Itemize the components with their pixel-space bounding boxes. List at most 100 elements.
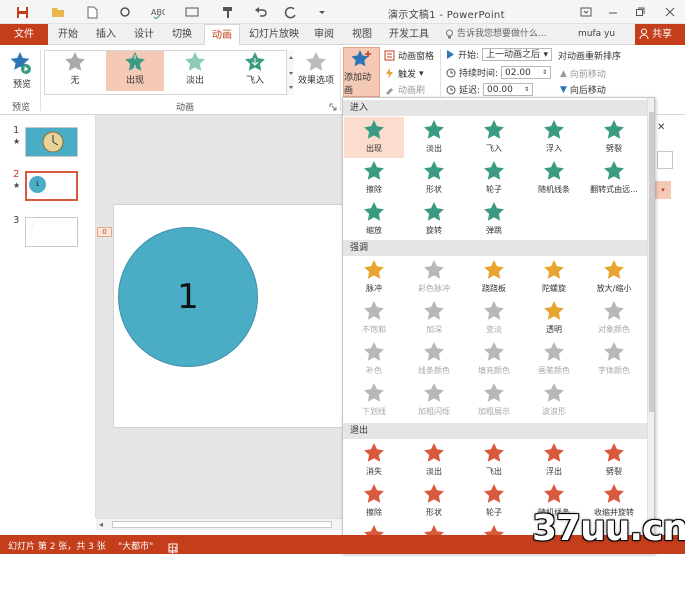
start-select[interactable]: 上一动画之后 ▾ xyxy=(482,48,553,61)
dialog-launcher-icon[interactable] xyxy=(329,103,337,111)
effect-star-icon xyxy=(363,339,385,365)
undo-icon[interactable] xyxy=(253,4,269,20)
effect-star-icon xyxy=(363,380,385,406)
gallery-none[interactable]: 无 xyxy=(46,51,104,91)
person-icon xyxy=(639,28,649,40)
preview-button[interactable]: 预览 xyxy=(7,51,37,90)
effect-emphasis-8[interactable]: 透明 xyxy=(524,298,584,339)
tab-transitions[interactable]: 切换 xyxy=(166,24,198,45)
customize-qat-icon[interactable] xyxy=(314,4,330,20)
effect-emphasis-9: 对象颜色 xyxy=(584,298,644,339)
effect-exit-2[interactable]: 飞出 xyxy=(464,440,524,481)
effect-label: 变淡 xyxy=(486,325,502,334)
tab-review[interactable]: 审阅 xyxy=(308,24,340,45)
effect-emphasis-3[interactable]: 陀螺旋 xyxy=(524,257,584,298)
tab-developer[interactable]: 开发工具 xyxy=(384,24,434,45)
effect-exit-7[interactable]: 轮子 xyxy=(464,481,524,522)
effect-entrance-7[interactable]: 轮子 xyxy=(464,158,524,199)
share-button[interactable]: 共享 xyxy=(635,24,685,45)
circle-shape[interactable]: 1 xyxy=(118,227,258,367)
restore-icon[interactable] xyxy=(630,3,650,21)
effect-exit-4[interactable]: 劈裂 xyxy=(584,440,644,481)
effect-entrance-12[interactable]: 弹跳 xyxy=(464,199,524,240)
tell-me-text: 告诉我您想要做什么... xyxy=(457,29,547,39)
slide-thumbnail-1[interactable] xyxy=(25,127,78,157)
effect-star-icon xyxy=(363,158,385,184)
user-name[interactable]: mufa yu xyxy=(578,24,615,45)
effect-exit-3[interactable]: 浮出 xyxy=(524,440,584,481)
fade-star-icon xyxy=(184,51,206,73)
effect-label: 透明 xyxy=(546,325,562,334)
trigger-button[interactable]: 触发 ▾ xyxy=(384,67,424,80)
effect-entrance-9[interactable]: 翻转式由远... xyxy=(584,158,644,199)
tab-home[interactable]: 开始 xyxy=(52,24,84,45)
save-icon[interactable] xyxy=(14,4,30,20)
animation-pane-button[interactable]: 动画窗格 xyxy=(384,49,434,62)
duration-input[interactable]: 02.00 ⇕ xyxy=(501,66,552,79)
effect-entrance-3[interactable]: 浮入 xyxy=(524,117,584,158)
effect-entrance-4[interactable]: 劈裂 xyxy=(584,117,644,158)
delay-input[interactable]: 00.00 ⇕ xyxy=(483,83,534,96)
open-icon[interactable] xyxy=(50,4,66,20)
tab-insert[interactable]: 插入 xyxy=(90,24,122,45)
lightning-icon xyxy=(384,68,395,79)
effect-entrance-10[interactable]: 缩放 xyxy=(344,199,404,240)
effect-emphasis-14: 字体颜色 xyxy=(584,339,644,380)
add-animation-button[interactable]: 添加动画 ▾ xyxy=(343,47,380,104)
tab-file[interactable]: 文件 xyxy=(0,24,48,45)
effect-emphasis-0[interactable]: 脉冲 xyxy=(344,257,404,298)
effect-emphasis-4[interactable]: 放大/缩小 xyxy=(584,257,644,298)
effect-exit-5[interactable]: 擦除 xyxy=(344,481,404,522)
tab-design[interactable]: 设计 xyxy=(128,24,160,45)
effect-label: 擦除 xyxy=(366,508,382,517)
new-icon[interactable] xyxy=(84,4,100,20)
gallery-fade[interactable]: 淡出 xyxy=(166,51,224,91)
move-later-button[interactable]: ▼ 向后移动 xyxy=(560,83,606,97)
start-from-beginning-icon[interactable] xyxy=(184,4,200,20)
tab-animations[interactable]: 动画 xyxy=(204,24,240,46)
effect-entrance-1[interactable]: 淡出 xyxy=(404,117,464,158)
effect-entrance-5[interactable]: 擦除 xyxy=(344,158,404,199)
slide-thumbnail-3[interactable]: ⋮ xyxy=(25,217,78,247)
tab-view[interactable]: 视图 xyxy=(346,24,378,45)
move-earlier-button[interactable]: ▲ 向前移动 xyxy=(560,67,606,81)
gallery-fly-in[interactable]: 飞入 xyxy=(226,51,284,91)
lightbulb-icon xyxy=(445,29,454,40)
effect-emphasis-12: 填充颜色 xyxy=(464,339,524,380)
dropdown-scrollbar[interactable] xyxy=(647,98,654,553)
tell-me-search[interactable]: 告诉我您想要做什么... xyxy=(445,24,547,45)
effect-star-icon xyxy=(543,298,565,324)
effect-entrance-6[interactable]: 形状 xyxy=(404,158,464,199)
animation-order-tag[interactable]: 0 xyxy=(97,227,112,237)
effect-entrance-8[interactable]: 随机线条 xyxy=(524,158,584,199)
gallery-scroll[interactable] xyxy=(286,50,294,95)
ribbon-display-options-icon[interactable] xyxy=(576,3,596,21)
tab-slideshow[interactable]: 幻灯片放映 xyxy=(246,24,302,45)
animation-painter-button[interactable]: 动画刷 xyxy=(384,83,425,96)
slide-thumbnail-2[interactable]: 1 xyxy=(25,171,78,201)
effect-entrance-11[interactable]: 旋转 xyxy=(404,199,464,240)
format-painter-icon[interactable] xyxy=(220,4,236,20)
effect-emphasis-2[interactable]: 跷跷板 xyxy=(464,257,524,298)
effect-label: 放大/缩小 xyxy=(596,284,632,293)
minimize-icon[interactable] xyxy=(603,3,623,21)
spelling-icon[interactable]: ABC xyxy=(150,4,166,20)
effect-star-icon xyxy=(483,440,505,466)
touch-mode-icon[interactable] xyxy=(118,4,134,20)
redo-icon[interactable] xyxy=(283,4,299,20)
gallery-appear[interactable]: 出现 xyxy=(106,51,164,91)
effect-entrance-2[interactable]: 飞入 xyxy=(464,117,524,158)
effect-exit-1[interactable]: 淡出 xyxy=(404,440,464,481)
effect-entrance-0[interactable]: 出现 xyxy=(344,117,404,158)
close-icon[interactable] xyxy=(660,3,680,21)
effect-star-icon xyxy=(483,481,505,507)
horizontal-scrollbar[interactable]: ◂ xyxy=(96,518,346,530)
effect-exit-6[interactable]: 形状 xyxy=(404,481,464,522)
effect-label: 加深 xyxy=(426,325,442,334)
clock-picture-icon xyxy=(42,131,64,153)
effect-exit-0[interactable]: 消失 xyxy=(344,440,404,481)
effect-emphasis-10: 补色 xyxy=(344,339,404,380)
effect-options-button[interactable]: 效果选项 xyxy=(296,51,336,86)
thumb-circle: 1 xyxy=(29,176,46,193)
add-animation-star-icon xyxy=(350,48,373,70)
